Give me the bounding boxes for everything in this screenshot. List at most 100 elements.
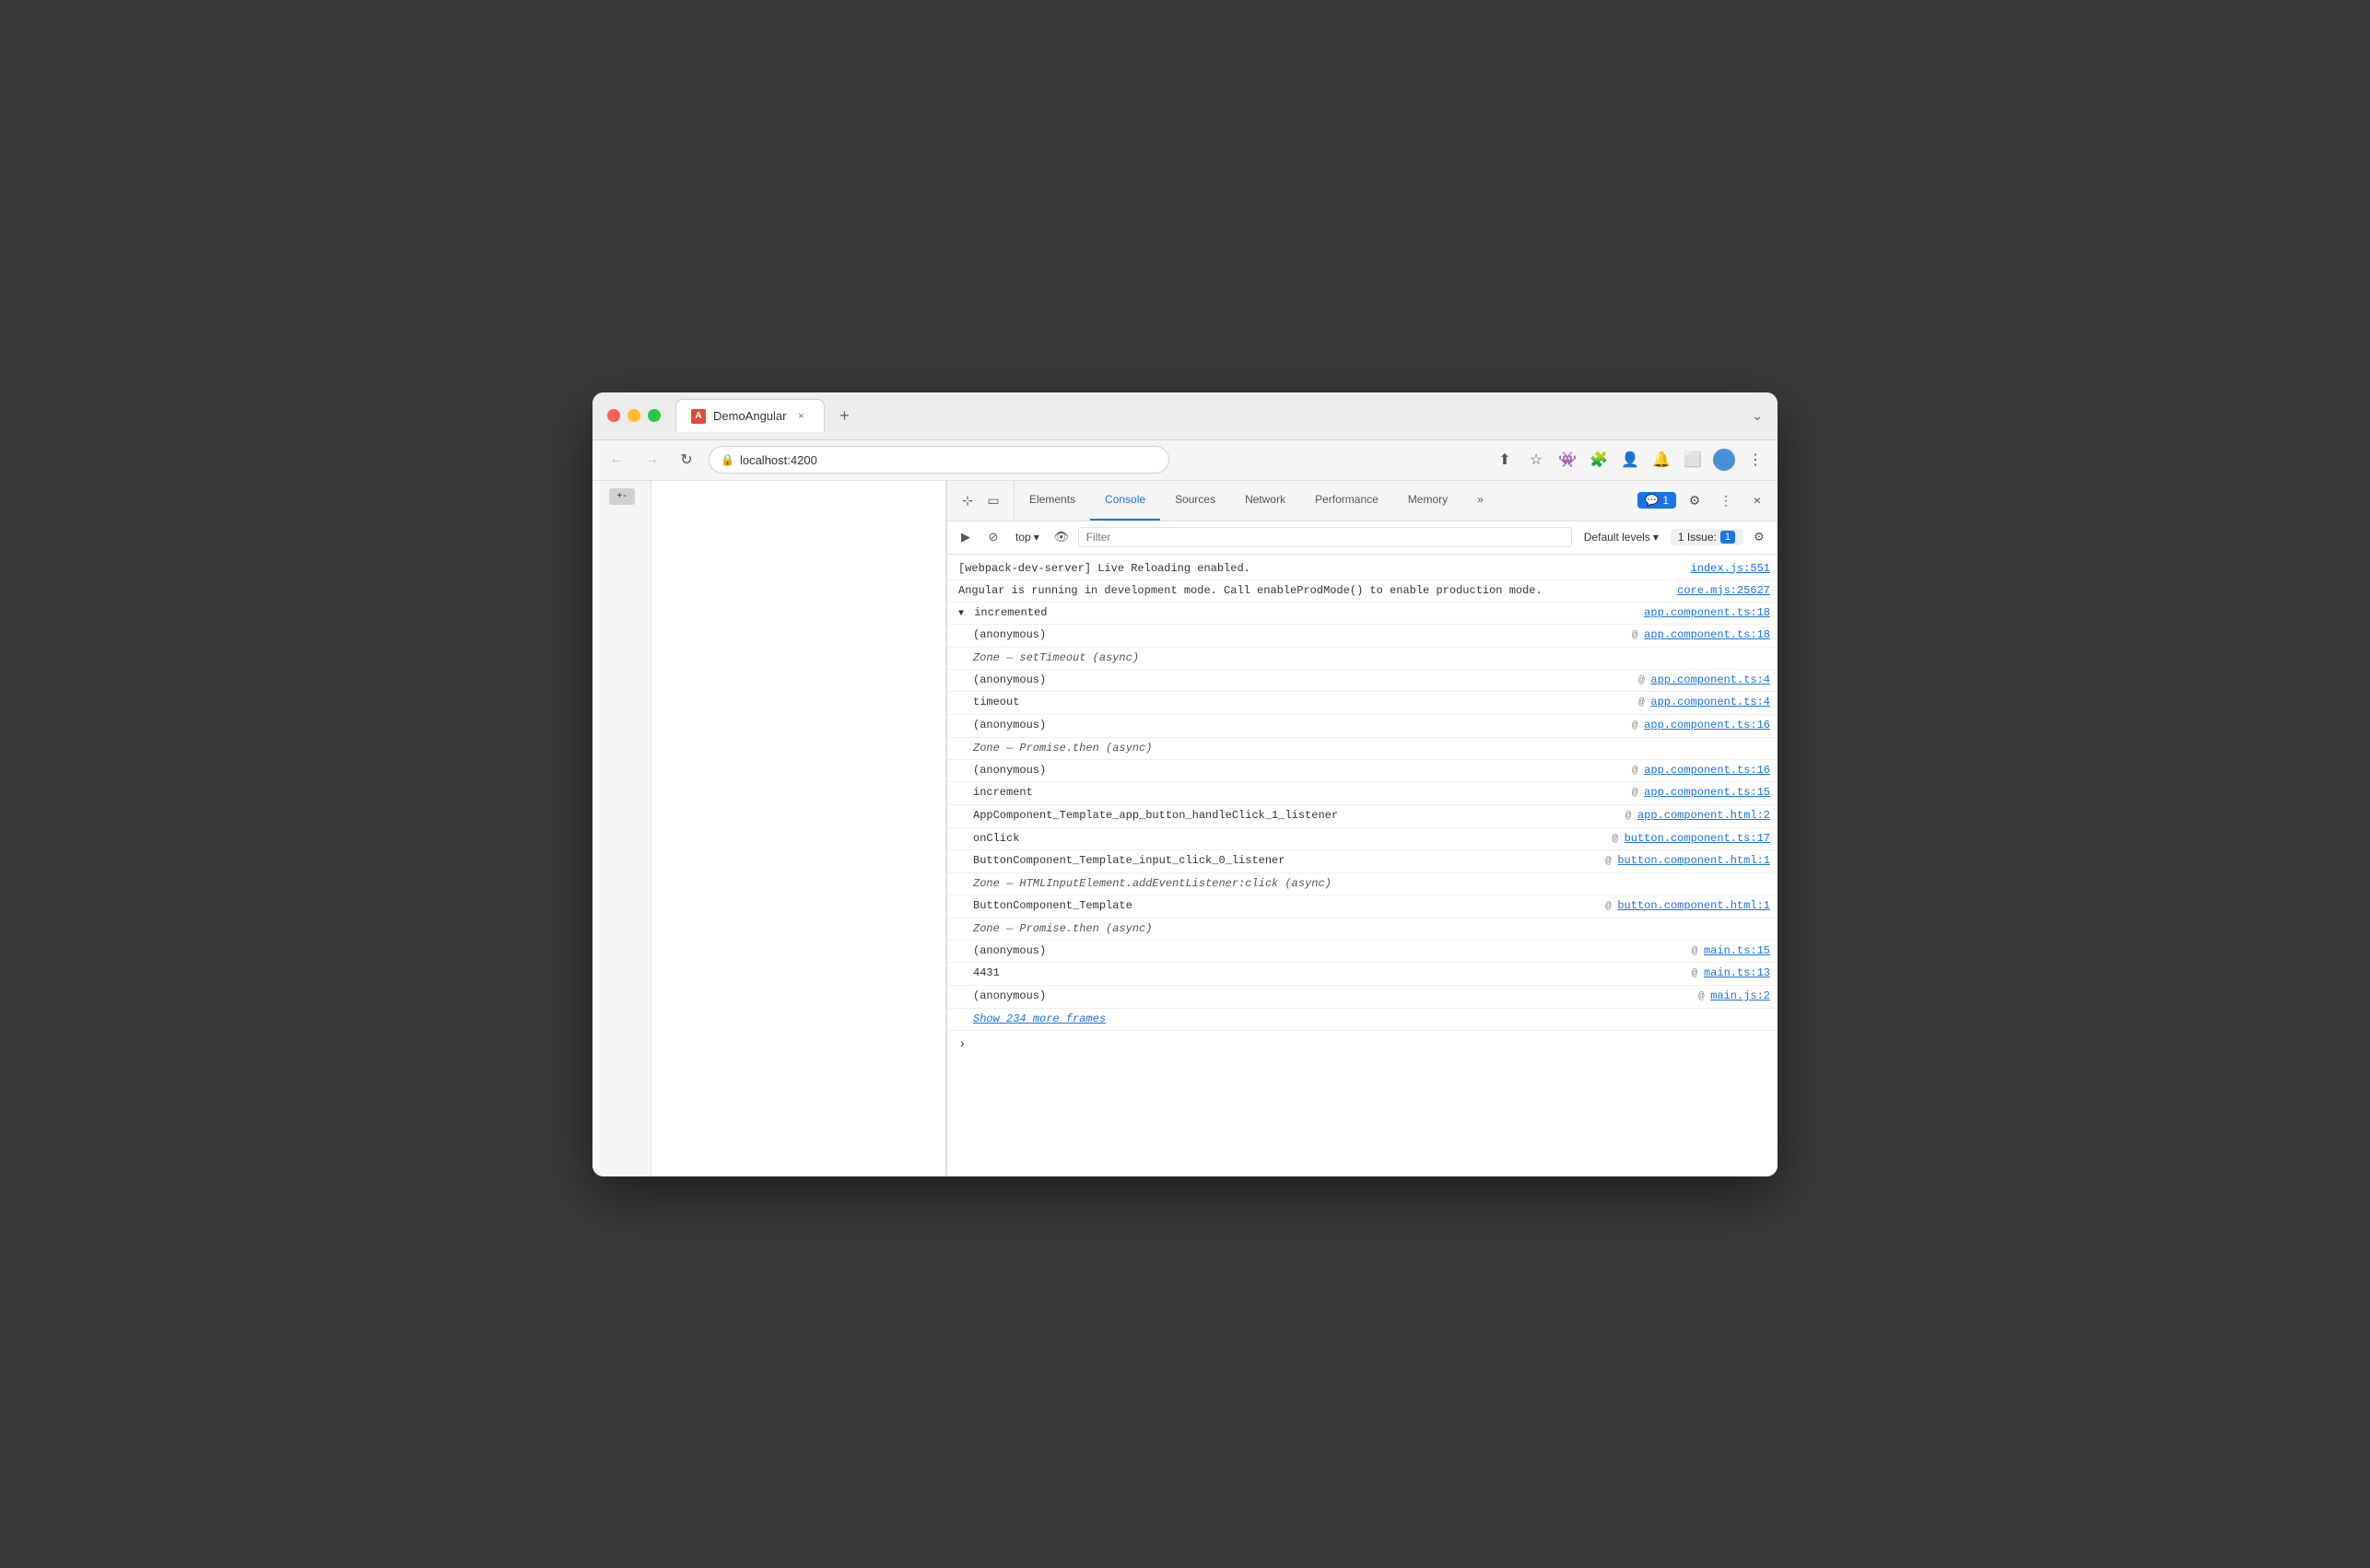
title-bar: A DemoAngular × + ⌄: [592, 392, 1778, 440]
context-dropdown[interactable]: top ▾: [1010, 529, 1045, 545]
console-source-link[interactable]: button.component.html:1: [1617, 854, 1770, 867]
tab-sources[interactable]: Sources: [1160, 481, 1230, 521]
url-bar[interactable]: 🔒 localhost:4200: [709, 446, 1169, 474]
console-source-link[interactable]: app.component.ts:18: [1644, 604, 1770, 622]
reload-button[interactable]: ↻: [674, 447, 699, 473]
filter-input[interactable]: [1078, 527, 1572, 547]
console-source-link[interactable]: app.component.ts:16: [1644, 764, 1770, 777]
device-emulation-icon[interactable]: ▭: [980, 487, 1006, 513]
console-line: (anonymous) @ app.component.ts:18: [947, 625, 1778, 648]
tab-bar: A DemoAngular × +: [675, 399, 1752, 432]
console-source-link[interactable]: core.mjs:25627: [1677, 582, 1770, 600]
console-text: (anonymous): [973, 672, 1638, 689]
more-menu-icon[interactable]: ⋮: [1744, 449, 1766, 471]
more-options-icon[interactable]: ⋮: [1713, 487, 1739, 513]
sidebar-toggle: + -: [592, 481, 651, 1176]
tab-performance[interactable]: Performance: [1300, 481, 1393, 521]
run-scripts-icon[interactable]: ▶: [955, 526, 977, 548]
share-icon[interactable]: ⬆: [1494, 449, 1516, 471]
issues-badge[interactable]: 1 Issue: 1: [1671, 529, 1742, 545]
tab-memory[interactable]: Memory: [1393, 481, 1462, 521]
console-text: 4431: [973, 965, 1692, 982]
devtools-tab-bar: Elements Console Sources Network Perform…: [1015, 481, 1498, 521]
minimize-button[interactable]: [628, 409, 640, 422]
console-line: ButtonComponent_Template_input_click_0_l…: [947, 850, 1778, 873]
issue-label: 1 Issue:: [1678, 531, 1717, 544]
chat-badge[interactable]: 💬 1: [1637, 492, 1676, 509]
console-line: (anonymous) @ app.component.ts:16: [947, 715, 1778, 738]
page-content: [651, 481, 946, 1176]
tab-network[interactable]: Network: [1230, 481, 1300, 521]
console-source-link[interactable]: button.component.html:1: [1617, 899, 1770, 912]
console-prompt[interactable]: ›: [947, 1031, 1778, 1059]
console-text: onClick: [973, 830, 1612, 848]
back-button[interactable]: ←: [604, 447, 629, 473]
extension-icon[interactable]: 👾: [1556, 449, 1578, 471]
context-label: top: [1015, 531, 1031, 544]
console-line: [webpack-dev-server] Live Reloading enab…: [947, 558, 1778, 580]
cursor-tool-icon[interactable]: ⊹: [955, 487, 980, 513]
tab-console[interactable]: Console: [1090, 481, 1160, 521]
console-text: [webpack-dev-server] Live Reloading enab…: [958, 560, 1691, 578]
console-source-link[interactable]: app.component.html:2: [1637, 809, 1770, 822]
tab-elements[interactable]: Elements: [1015, 481, 1090, 521]
console-settings-icon[interactable]: ⚙: [1748, 526, 1770, 548]
console-line: (anonymous) @ app.component.ts:4: [947, 670, 1778, 693]
tab-close-button[interactable]: ×: [794, 409, 809, 424]
console-line: Zone — Promise.then (async): [947, 738, 1778, 760]
console-source-link[interactable]: main.js:2: [1710, 989, 1770, 1002]
issue-count: 1: [1720, 531, 1735, 544]
console-line: AppComponent_Template_app_button_handleC…: [947, 805, 1778, 828]
console-text: ▼ incremented: [958, 604, 1644, 622]
context-arrow-icon: ▾: [1034, 531, 1039, 544]
close-button[interactable]: [607, 409, 620, 422]
console-source-link[interactable]: app.component.ts:4: [1650, 696, 1770, 708]
levels-arrow-icon: ▾: [1653, 531, 1659, 544]
devtools-panel: ⊹ ▭ Elements Console Sources Network Per…: [946, 481, 1778, 1176]
minus-icon: -: [623, 491, 626, 501]
avatar[interactable]: [1713, 449, 1735, 471]
maximize-button[interactable]: [648, 409, 661, 422]
settings-icon[interactable]: ⚙: [1682, 487, 1707, 513]
console-output[interactable]: [webpack-dev-server] Live Reloading enab…: [947, 555, 1778, 1176]
console-line: Angular is running in development mode. …: [947, 580, 1778, 603]
chevron-down-icon: ⌄: [1752, 408, 1763, 424]
console-source-link[interactable]: button.component.ts:17: [1625, 832, 1770, 845]
console-line: 4431 @ main.ts:13: [947, 963, 1778, 986]
console-text: timeout: [973, 694, 1638, 711]
close-devtools-icon[interactable]: ×: [1744, 487, 1770, 513]
new-tab-button[interactable]: +: [832, 403, 858, 428]
bookmark-icon[interactable]: ☆: [1525, 449, 1547, 471]
console-source-link[interactable]: app.component.ts:18: [1644, 628, 1770, 641]
console-source-link[interactable]: main.ts:15: [1704, 944, 1770, 957]
console-source-link[interactable]: app.component.ts:15: [1644, 786, 1770, 799]
tab-favicon: A: [691, 409, 706, 424]
console-text: increment: [973, 784, 1632, 802]
console-line: (anonymous) @ main.ts:15: [947, 941, 1778, 964]
extension2-icon[interactable]: 🔔: [1650, 449, 1672, 471]
console-text: Zone — setTimeout (async): [973, 649, 1770, 667]
forward-button[interactable]: →: [639, 447, 664, 473]
show-more-frames-link[interactable]: Show 234 more frames: [973, 1011, 1106, 1028]
console-line: increment @ app.component.ts:15: [947, 782, 1778, 805]
console-text: Zone — HTMLInputElement.addEventListener…: [973, 875, 1770, 893]
sidebar-expand-button[interactable]: + -: [609, 488, 635, 505]
eye-icon[interactable]: 👁: [1050, 526, 1073, 548]
console-text: (anonymous): [973, 717, 1632, 734]
console-source-link[interactable]: app.component.ts:4: [1650, 673, 1770, 686]
apps-icon[interactable]: ⬜: [1682, 449, 1704, 471]
console-source-link[interactable]: index.js:551: [1691, 560, 1770, 578]
console-source-link[interactable]: main.ts:13: [1704, 966, 1770, 979]
console-source-link[interactable]: app.component.ts:16: [1644, 719, 1770, 731]
content-area: + - ⊹ ▭ Elements Console Sources Network…: [592, 481, 1778, 1176]
console-text: (anonymous): [973, 626, 1632, 644]
active-tab[interactable]: A DemoAngular ×: [675, 399, 825, 432]
tab-more[interactable]: »: [1462, 481, 1498, 521]
console-toolbar: ▶ ⊘ top ▾ 👁 Default levels ▾ 1 Issue: 1 …: [947, 521, 1778, 555]
profile-icon[interactable]: 👤: [1619, 449, 1641, 471]
default-levels-dropdown[interactable]: Default levels ▾: [1578, 528, 1665, 546]
console-line: (anonymous) @ main.js:2: [947, 986, 1778, 1009]
block-icon[interactable]: ⊘: [982, 526, 1004, 548]
puzzle-icon[interactable]: 🧩: [1588, 449, 1610, 471]
prompt-arrow-icon: ›: [958, 1035, 966, 1055]
